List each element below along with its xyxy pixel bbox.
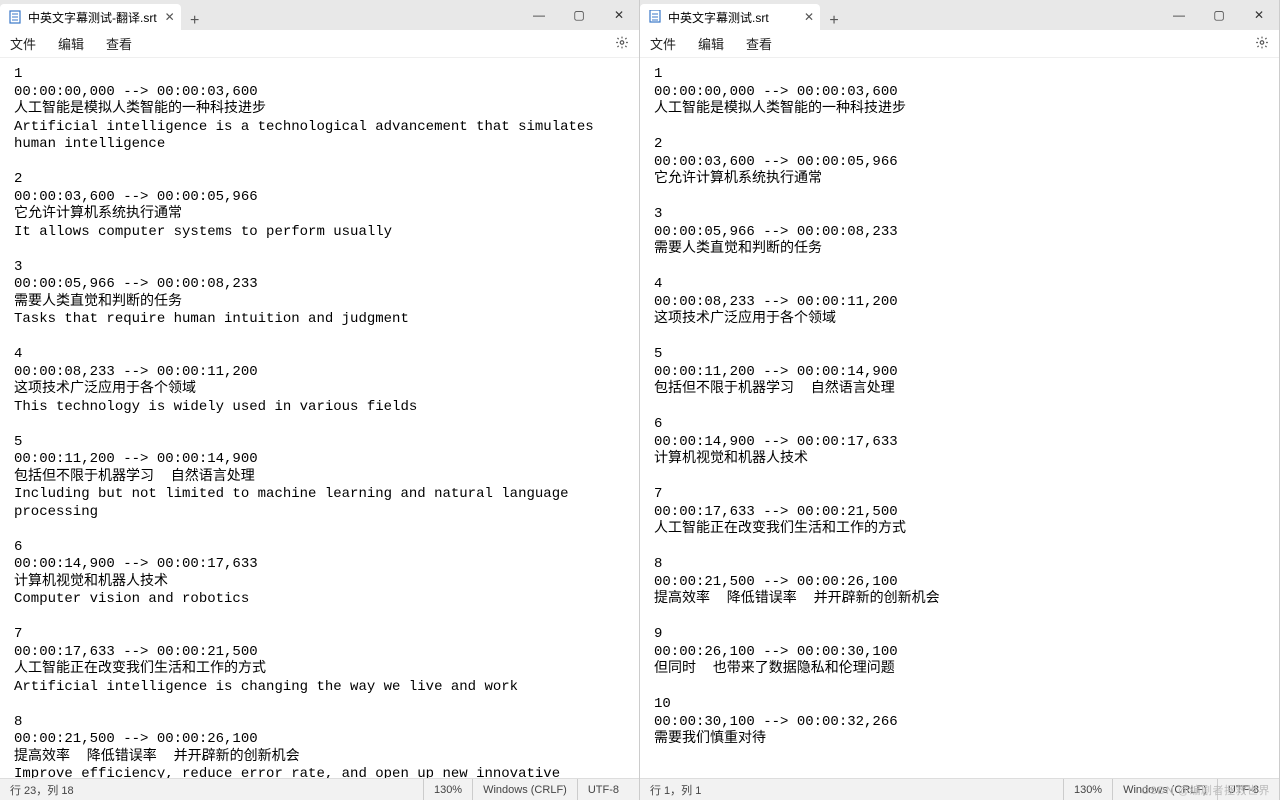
file-icon — [8, 10, 22, 24]
tab-title: 中英文字幕测试-翻译.srt — [28, 9, 157, 26]
menu-edit[interactable]: 编辑 — [58, 34, 84, 53]
menu-view[interactable]: 查看 — [746, 34, 772, 53]
gear-icon[interactable] — [615, 35, 629, 52]
tab-active[interactable]: 中英文字幕测试.srt ✕ — [640, 4, 820, 30]
statusbar: 行 23，列 18 130% Windows (CRLF) UTF-8 — [0, 778, 639, 800]
tab-active[interactable]: 中英文字幕测试-翻译.srt ✕ — [0, 4, 181, 30]
file-icon — [648, 10, 662, 24]
close-icon[interactable]: ✕ — [804, 10, 814, 24]
status-zoom[interactable]: 130% — [423, 779, 472, 800]
close-button[interactable]: ✕ — [1239, 0, 1279, 30]
tab-bar: 中英文字幕测试-翻译.srt ✕ + — [0, 0, 519, 30]
menu-file[interactable]: 文件 — [10, 34, 36, 53]
minimize-button[interactable]: — — [519, 0, 559, 30]
maximize-button[interactable]: ▢ — [559, 0, 599, 30]
titlebar: 中英文字幕测试.srt ✕ + — ▢ ✕ — [640, 0, 1279, 30]
menubar: 文件 编辑 查看 — [0, 30, 639, 58]
minimize-button[interactable]: — — [1159, 0, 1199, 30]
maximize-button[interactable]: ▢ — [1199, 0, 1239, 30]
status-zoom[interactable]: 130% — [1063, 779, 1112, 800]
gear-icon[interactable] — [1255, 35, 1269, 52]
menu-file[interactable]: 文件 — [650, 34, 676, 53]
editor-content[interactable]: 1 00:00:00,000 --> 00:00:03,600 人工智能是模拟人… — [0, 58, 639, 778]
window-controls: — ▢ ✕ — [519, 0, 639, 30]
tab-title: 中英文字幕测试.srt — [668, 9, 769, 26]
menubar: 文件 编辑 查看 — [640, 30, 1279, 58]
close-button[interactable]: ✕ — [599, 0, 639, 30]
editor-pane-left: 中英文字幕测试-翻译.srt ✕ + — ▢ ✕ 文件 编辑 查看 1 00:0… — [0, 0, 640, 800]
close-icon[interactable]: ✕ — [165, 10, 175, 24]
editor-pane-right: 中英文字幕测试.srt ✕ + — ▢ ✕ 文件 编辑 查看 1 00:00:0… — [640, 0, 1280, 800]
status-position[interactable]: 行 1，列 1 — [650, 779, 711, 800]
menu-edit[interactable]: 编辑 — [698, 34, 724, 53]
status-eol[interactable]: Windows (CRLF) — [472, 779, 577, 800]
menu-view[interactable]: 查看 — [106, 34, 132, 53]
tab-bar: 中英文字幕测试.srt ✕ + — [640, 0, 1159, 30]
statusbar: 行 1，列 1 130% Windows (CRLF) UTF-8 CSDN @… — [640, 778, 1279, 800]
titlebar: 中英文字幕测试-翻译.srt ✕ + — ▢ ✕ — [0, 0, 639, 30]
status-encoding[interactable]: UTF-8 — [577, 779, 629, 800]
status-position[interactable]: 行 23，列 18 — [10, 779, 84, 800]
window-controls: — ▢ ✕ — [1159, 0, 1279, 30]
editor-content[interactable]: 1 00:00:00,000 --> 00:00:03,600 人工智能是模拟人… — [640, 58, 1279, 778]
watermark: CSDN @编剧者拯救世界 — [1141, 782, 1270, 798]
new-tab-button[interactable]: + — [181, 12, 209, 30]
new-tab-button[interactable]: + — [820, 12, 848, 30]
